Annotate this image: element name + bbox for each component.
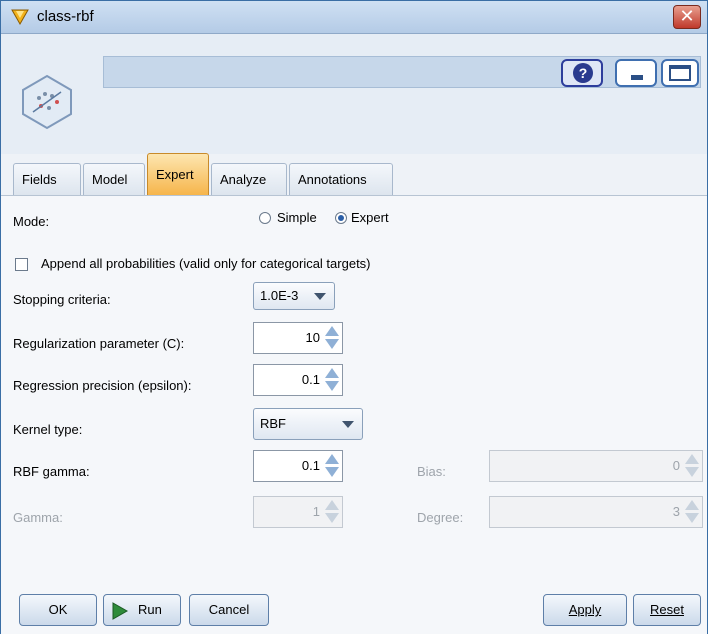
dialog-header: ? [1,34,707,154]
maximize-icon [669,65,691,81]
rbf-gamma-label: RBF gamma: [13,464,90,479]
regularization-spinner[interactable]: 10 [253,322,343,354]
bias-spinner: 0 [489,450,703,482]
epsilon-label: Regression precision (epsilon): [13,378,192,393]
tab-annotations[interactable]: Annotations [289,163,393,195]
rbf-gamma-spinner[interactable]: 0.1 [253,450,343,482]
degree-value: 3 [672,504,680,519]
chevron-down-icon [314,293,326,300]
spinner-arrows-icon [684,453,700,479]
spinner-arrows-icon[interactable] [324,325,340,351]
regularization-value: 10 [305,330,320,345]
stopping-criteria-label: Stopping criteria: [13,292,111,307]
spinner-arrows-icon [684,499,700,525]
mode-simple-label: Simple [277,210,317,225]
svm-node-icon [22,74,72,130]
run-button-label: Run [138,602,162,617]
play-icon [112,602,128,620]
tab-fields[interactable]: Fields [13,163,81,195]
spinner-arrows-icon[interactable] [324,453,340,479]
mode-expert-radio[interactable] [335,212,347,224]
spinner-arrows-icon [324,499,340,525]
regularization-label: Regularization parameter (C): [13,336,185,351]
mode-simple-radio[interactable] [259,212,271,224]
minimize-button[interactable] [615,59,657,87]
title-bar: class-rbf ✕ [1,1,707,34]
dialog-window: class-rbf ✕ ? Fields Model Expert Analyz… [0,0,708,634]
help-icon: ? [573,63,593,83]
window-title: class-rbf [37,8,94,25]
ok-button[interactable]: OK [19,594,97,626]
epsilon-spinner[interactable]: 0.1 [253,364,343,396]
kernel-type-value: RBF [260,416,286,431]
degree-label: Degree: [417,510,464,525]
run-button[interactable]: Run [103,594,181,626]
stopping-criteria-select[interactable]: 1.0E-3 [253,282,335,310]
tab-analyze[interactable]: Analyze [211,163,287,195]
bias-label: Bias: [417,464,446,479]
gamma-label: Gamma: [13,510,63,525]
help-button[interactable]: ? [561,59,603,87]
kernel-type-label: Kernel type: [13,422,83,437]
kernel-type-select[interactable]: RBF [253,408,363,440]
epsilon-value: 0.1 [301,372,320,387]
rbf-gamma-value: 0.1 [301,458,320,473]
degree-spinner: 3 [489,496,703,528]
expert-panel: Mode: Simple Expert Append all probabili… [1,195,707,634]
append-probabilities-label: Append all probabilities (valid only for… [41,256,371,271]
node-name-strip [103,56,701,88]
model-nugget-icon [11,9,29,26]
mode-expert-label: Expert [351,210,389,225]
apply-button[interactable]: Apply [543,594,627,626]
gamma-spinner: 1 [253,496,343,528]
append-probabilities-checkbox[interactable] [15,258,28,271]
cancel-button[interactable]: Cancel [189,594,269,626]
tab-expert[interactable]: Expert [147,153,209,195]
tab-model[interactable]: Model [83,163,145,195]
bias-value: 0 [672,458,680,473]
gamma-value: 1 [312,504,320,519]
minimize-icon [631,75,643,80]
mode-label: Mode: [13,214,50,229]
reset-button[interactable]: Reset [633,594,701,626]
stopping-criteria-value: 1.0E-3 [260,288,299,303]
chevron-down-icon [342,421,354,428]
spinner-arrows-icon[interactable] [324,367,340,393]
close-button[interactable]: ✕ [673,5,701,29]
maximize-button[interactable] [661,59,699,87]
